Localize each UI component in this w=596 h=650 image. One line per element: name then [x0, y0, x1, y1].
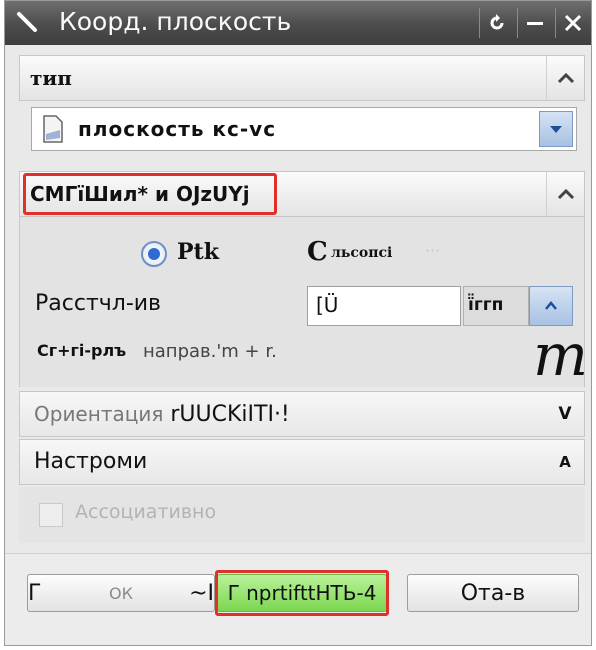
- chevron-up-icon[interactable]: A: [546, 440, 584, 484]
- associative-row: Ассоциативно: [19, 487, 585, 543]
- plane-doc-icon: [40, 114, 66, 144]
- radio-point[interactable]: [141, 241, 167, 267]
- ok-label: ОК: [109, 583, 133, 603]
- distance-input[interactable]: [Ü: [307, 286, 461, 326]
- ok-suffix: ~I: [189, 581, 214, 606]
- window-title: Коорд. плоскость: [59, 7, 292, 36]
- title-bar[interactable]: Коорд. плоскость: [5, 1, 591, 45]
- orientation-label: Ориентация rUUCKiITI·!: [34, 400, 290, 429]
- settings-label: Настроми: [34, 449, 148, 474]
- highlight-apply-button: [215, 570, 389, 616]
- radio-other-ellipsis: ···: [425, 241, 441, 260]
- type-dropdown[interactable]: плоскость кс-vc: [31, 107, 577, 151]
- orientation-label-gray: Ориентация: [34, 402, 164, 426]
- settings-row[interactable]: Настроми A: [19, 439, 585, 485]
- direction-label: направ.'m + r.: [143, 341, 277, 362]
- unit-spin-up-icon[interactable]: [529, 286, 573, 326]
- type-section-label: тип: [30, 66, 72, 90]
- direction-label-bold: Сг+гі-рлъ: [37, 341, 127, 360]
- ok-prefix: Г: [28, 581, 42, 606]
- chevron-up-icon[interactable]: [546, 172, 584, 216]
- distance-unit-select[interactable]: ї̈ггп: [463, 286, 529, 326]
- type-section-header[interactable]: тип: [19, 55, 585, 101]
- associative-label: Ассоциативно: [75, 501, 217, 523]
- direction-m-glyph: m: [533, 321, 588, 389]
- minimize-icon[interactable]: [517, 8, 551, 38]
- type-selected-value: плоскость кс-vc: [78, 117, 277, 141]
- dialog-window: Коорд. плоскость тип плоскость кс-vc СМГ…: [4, 0, 592, 646]
- associative-checkbox[interactable]: [39, 503, 63, 527]
- cancel-button[interactable]: Ота-в: [407, 574, 579, 612]
- app-pen-icon: [13, 9, 43, 37]
- radio-other-label: льсопсі: [331, 245, 393, 261]
- dropdown-arrow-icon[interactable]: [539, 111, 573, 147]
- radio-other-glyph[interactable]: C: [307, 237, 328, 267]
- button-bar: Г ОК ~I Г nprtifttНТЬ-4 Ота-в: [5, 553, 591, 645]
- ok-button[interactable]: Г ОК ~I: [27, 574, 215, 612]
- chevron-down-icon[interactable]: V: [546, 392, 584, 436]
- chevron-up-icon[interactable]: [546, 56, 584, 100]
- distance-label: Расстчл-ив: [35, 291, 162, 316]
- radio-point-label: Ptk: [177, 239, 219, 265]
- orientation-label-rest: rUUCKiITI·!: [170, 402, 290, 427]
- orientation-row[interactable]: Ориентация rUUCKiITI·! V: [19, 391, 585, 437]
- close-icon[interactable]: [555, 8, 589, 38]
- reset-icon[interactable]: [479, 8, 513, 38]
- highlight-offset-header: [23, 173, 277, 215]
